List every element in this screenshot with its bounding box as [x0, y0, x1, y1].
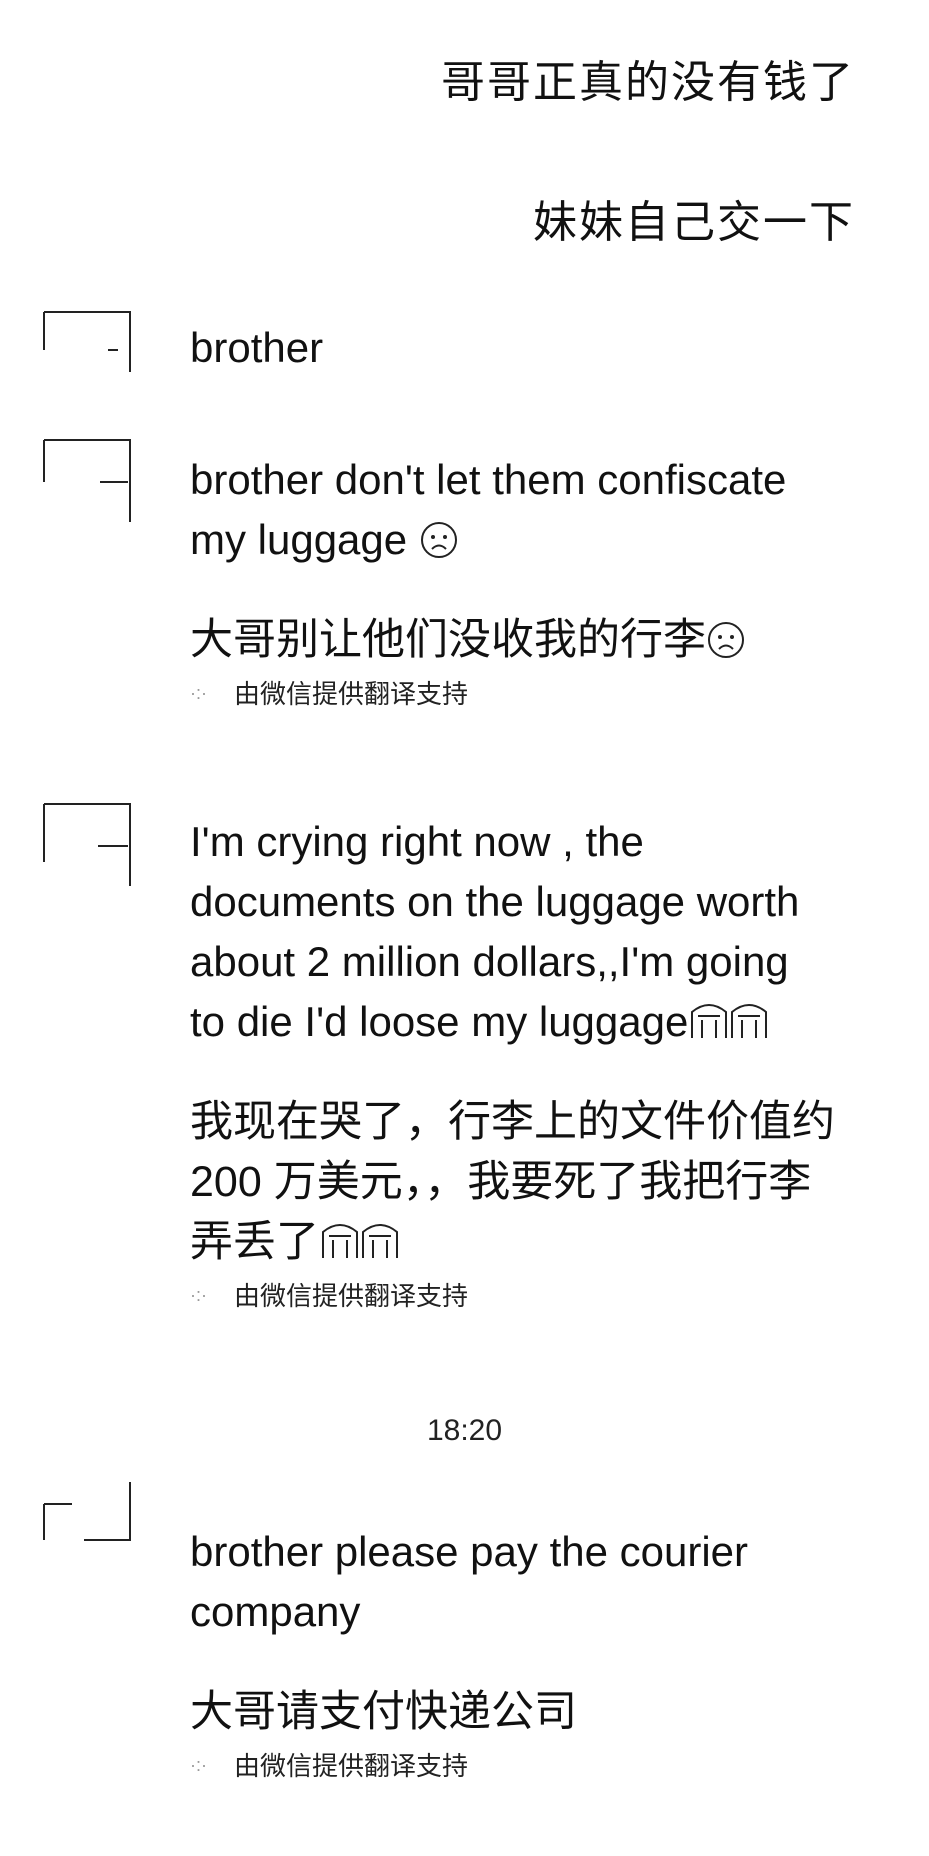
- translation-credit: ·:· 由微信提供翻译支持: [190, 1746, 890, 1783]
- received-message: brother: [190, 318, 890, 378]
- avatar[interactable]: [42, 1480, 132, 1568]
- crying-face-icon: [688, 998, 772, 1042]
- received-message: I'm crying right now , the documents on …: [190, 812, 890, 1313]
- translation-credit-text: 由微信提供翻译支持: [234, 679, 469, 709]
- message-text: brother don't let them confiscate my lug…: [190, 456, 787, 563]
- translation-credit-text: 由微信提供翻译支持: [234, 1751, 469, 1781]
- sad-face-icon: [419, 520, 459, 560]
- sent-message-1: 哥哥正真的没有钱了: [441, 58, 855, 107]
- avatar[interactable]: [42, 438, 132, 526]
- translate-icon: ·:·: [190, 1284, 207, 1305]
- translate-icon: ·:·: [190, 1754, 207, 1775]
- translation-text: 大哥别让他们没收我的行李: [190, 616, 706, 664]
- received-message: brother please pay the courier company 大…: [190, 1522, 890, 1783]
- sad-face-icon: [706, 620, 746, 660]
- message-text: brother: [190, 324, 324, 371]
- avatar[interactable]: [42, 310, 132, 398]
- crying-face-icon: [319, 1218, 403, 1262]
- translation-text: 大哥请支付快递公司: [190, 1688, 577, 1736]
- translation-credit: ·:· 由微信提供翻译支持: [190, 1276, 890, 1313]
- avatar[interactable]: [42, 802, 132, 890]
- translate-icon: ·:·: [190, 682, 207, 703]
- sent-message-2: 妹妹自己交一下: [533, 198, 855, 247]
- chat-timestamp: 18:20: [426, 1414, 503, 1447]
- translation-credit: ·:· 由微信提供翻译支持: [190, 674, 890, 711]
- translation-credit-text: 由微信提供翻译支持: [234, 1281, 469, 1311]
- translation-text: 我现在哭了，行李上的文件价值约 200 万美元，，我要死了我把行李 弄丢了: [190, 1098, 835, 1266]
- message-text: brother please pay the courier company: [190, 1528, 748, 1635]
- received-message: brother don't let them confiscate my lug…: [190, 450, 890, 711]
